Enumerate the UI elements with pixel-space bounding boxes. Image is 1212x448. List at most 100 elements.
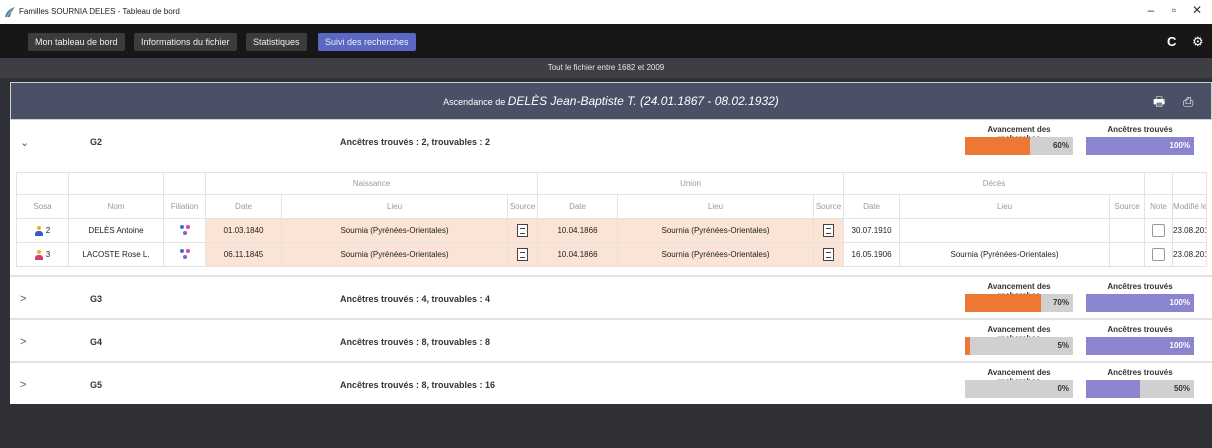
research-progress: Avancement des recherches 70% [965, 282, 1073, 312]
group-union: Union [537, 172, 845, 195]
research-progress: Avancement des recherches 5% [965, 325, 1073, 355]
generation-name: G2 [90, 137, 103, 147]
ancestors-progress-value: 100% [1169, 141, 1190, 150]
chevron-right-icon[interactable]: > [20, 293, 26, 305]
col-filiation[interactable]: Filiation [163, 194, 206, 219]
note-checkbox[interactable] [1152, 248, 1166, 261]
col-death-source[interactable]: Source [1109, 194, 1146, 219]
file-range-bar: Tout le fichier entre 1682 et 2009 [0, 58, 1212, 78]
research-progress-fill [965, 294, 1041, 312]
research-progress-value: 5% [1057, 341, 1069, 350]
birth-place: Sournia (Pyrénées-Orientales) [281, 218, 508, 243]
top-nav: Mon tableau de bord Informations du fich… [0, 24, 1212, 58]
generation-name: G4 [90, 337, 103, 347]
ancestors-progress: Ancêtres trouvés 100% [1086, 125, 1194, 155]
source-document-icon[interactable] [517, 224, 528, 237]
death-place: Sournia (Pyrénées-Orientales) [899, 242, 1111, 267]
modified-date: 23.08.2016 [1172, 218, 1208, 243]
col-nom[interactable]: Nom [68, 194, 164, 219]
minimize-button[interactable]: – [1141, 3, 1161, 17]
generation-name: G3 [90, 294, 103, 304]
death-date: 30.07.1910 [843, 218, 901, 243]
nav-dashboard[interactable]: Mon tableau de bord [28, 33, 125, 51]
research-progress-value: 60% [1052, 141, 1069, 150]
filiation-icon[interactable] [179, 225, 190, 236]
source-document-icon[interactable] [517, 248, 528, 261]
research-progress: Avancement des recherches 0% [965, 368, 1073, 398]
group-deces: Décès [843, 172, 1146, 195]
table-row[interactable]: 2 DELÈS Antoine 01.03.1840 Sournia (Pyré… [16, 218, 1208, 243]
col-modified[interactable]: Modifié le [1172, 194, 1208, 219]
ancestors-progress-label: Ancêtres trouvés [1107, 368, 1173, 377]
generation-g5[interactable]: > G5 Ancêtres trouvés : 8, trouvables : … [10, 363, 1212, 404]
window-title: Familles SOURNIA DELES - Tableau de bord [19, 7, 180, 16]
source-document-icon[interactable] [823, 224, 835, 237]
nav-file-info[interactable]: Informations du fichier [134, 33, 237, 51]
ancestors-progress-value: 100% [1169, 298, 1190, 307]
generation-found: Ancêtres trouvés : 8, trouvables : 16 [340, 380, 496, 390]
app-logo-icon [5, 7, 15, 18]
death-date: 16.05.1906 [843, 242, 901, 267]
col-birth-source[interactable]: Source [506, 194, 539, 219]
col-birth-place[interactable]: Lieu [281, 194, 508, 219]
root-person: DELÈS Jean-Baptiste T. (24.01.1867 - 08.… [507, 94, 779, 108]
table-row[interactable]: 3 LACOSTE Rose L. 06.11.1845 Sournia (Py… [16, 242, 1208, 267]
ancestors-progress-value: 50% [1173, 384, 1190, 393]
col-union-place[interactable]: Lieu [617, 194, 815, 219]
group-naissance: Naissance [204, 172, 539, 195]
chevron-down-icon[interactable]: ⌄ [20, 136, 29, 149]
ancestry-panel: Ascendance de DELÈS Jean-Baptiste T. (24… [10, 82, 1212, 404]
print-icon[interactable]: 🖶 [1153, 85, 1165, 119]
col-note[interactable]: Note [1144, 194, 1174, 219]
sosa-number: 3 [45, 249, 51, 259]
gear-icon[interactable]: ⚙ [1192, 34, 1204, 50]
ancestors-progress-label: Ancêtres trouvés [1107, 125, 1173, 134]
research-progress-label: Avancement des recherches [987, 282, 1051, 300]
col-sosa[interactable]: Sosa [16, 194, 69, 219]
ancestors-progress: Ancêtres trouvés 100% [1086, 325, 1194, 355]
col-union-date[interactable]: Date [537, 194, 619, 219]
ancestry-prefix: Ascendance de [443, 97, 506, 107]
generation-g4[interactable]: > G4 Ancêtres trouvés : 8, trouvables : … [10, 320, 1212, 363]
col-union-source[interactable]: Source [813, 194, 845, 219]
research-progress-value: 70% [1052, 298, 1069, 307]
nav-statistics[interactable]: Statistiques [246, 33, 307, 51]
research-progress: Avancement des recherches 60% [965, 125, 1073, 155]
union-place: Sournia (Pyrénées-Orientales) [617, 242, 815, 267]
union-place: Sournia (Pyrénées-Orientales) [617, 218, 815, 243]
research-progress-label: Avancement des recherches [987, 368, 1051, 386]
male-person-icon [34, 225, 43, 236]
ancestry-header: Ascendance de DELÈS Jean-Baptiste T. (24… [10, 82, 1212, 120]
ancestors-progress: Ancêtres trouvés 100% [1086, 282, 1194, 312]
research-progress-label: Avancement des recherches [987, 125, 1051, 143]
col-death-place[interactable]: Lieu [899, 194, 1111, 219]
ancestors-progress-fill [1086, 380, 1140, 398]
close-button[interactable]: ✕ [1187, 3, 1207, 17]
note-checkbox[interactable] [1152, 224, 1166, 237]
source-document-icon[interactable] [823, 248, 835, 261]
research-progress-label: Avancement des recherches [987, 325, 1051, 343]
generation-g3[interactable]: > G3 Ancêtres trouvés : 4, trouvables : … [10, 277, 1212, 320]
sosa-number: 2 [45, 225, 51, 235]
maximize-button[interactable]: ▫ [1164, 3, 1184, 17]
birth-place: Sournia (Pyrénées-Orientales) [281, 242, 508, 267]
research-progress-value: 0% [1057, 384, 1069, 393]
col-death-date[interactable]: Date [843, 194, 901, 219]
person-name[interactable]: DELÈS Antoine [68, 218, 164, 243]
ancestors-progress-label: Ancêtres trouvés [1107, 325, 1173, 334]
birth-date: 06.11.1845 [205, 242, 282, 267]
ancestors-table: Naissance Union Décès Sosa Nom Filiation… [16, 172, 1208, 267]
window-titlebar: Familles SOURNIA DELES - Tableau de bord… [0, 0, 1212, 24]
export-icon[interactable]: ⎙ [1183, 85, 1193, 119]
chevron-right-icon[interactable]: > [20, 336, 26, 348]
union-date: 10.04.1866 [537, 218, 619, 243]
col-birth-date[interactable]: Date [205, 194, 282, 219]
person-name[interactable]: LACOSTE Rose L. [68, 242, 164, 267]
birth-date: 01.03.1840 [205, 218, 282, 243]
filiation-icon[interactable] [179, 249, 190, 260]
generation-name: G5 [90, 380, 103, 390]
chevron-right-icon[interactable]: > [20, 379, 26, 391]
nav-research-tracking[interactable]: Suivi des recherches [318, 33, 416, 51]
refresh-icon[interactable]: C [1167, 34, 1176, 49]
generation-found: Ancêtres trouvés : 4, trouvables : 4 [340, 294, 491, 304]
